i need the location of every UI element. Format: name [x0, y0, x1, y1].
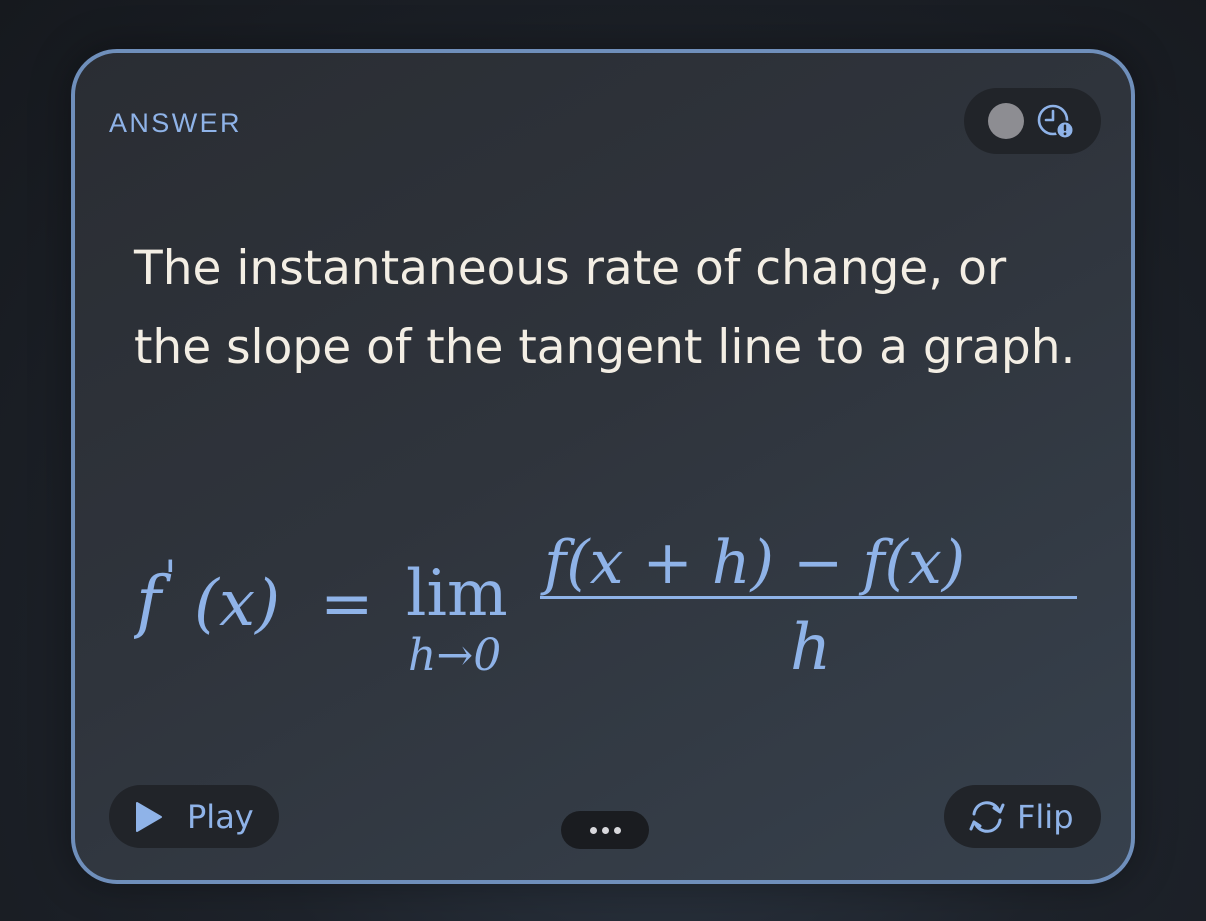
play-label: Play [187, 797, 254, 836]
card-side-label: ANSWER [109, 108, 242, 138]
play-button[interactable]: Play [109, 785, 279, 848]
status-pill[interactable] [964, 88, 1101, 154]
more-options-button[interactable] [561, 811, 649, 849]
formula-numerator: f(x + h) − f(x) [540, 528, 965, 598]
flip-button[interactable]: Flip [944, 785, 1101, 848]
formula-fraction-bar [540, 596, 1077, 599]
status-dot[interactable] [988, 103, 1024, 139]
formula-lhs-prime: ' [164, 550, 177, 604]
play-icon [136, 801, 162, 832]
flip-label: Flip [1017, 797, 1074, 836]
derivative-formula: f ' (x) = lim h→0 f(x + h) − f(x) h [134, 528, 1077, 683]
flashcard[interactable]: ANSWER The instantaneous rate of change,… [71, 49, 1135, 884]
formula-lhs-arg: (x) [194, 567, 280, 641]
refresh-icon [969, 800, 1005, 833]
ellipsis-dot [589, 826, 597, 834]
clock-alert-icon[interactable] [1036, 102, 1076, 142]
formula-denominator: h [790, 611, 831, 683]
formula-equals: = [320, 567, 374, 641]
ellipsis-dot [601, 826, 609, 834]
ellipsis-dot [613, 826, 621, 834]
formula-lim: lim [406, 557, 508, 631]
answer-text: The instantaneous rate of change, or the… [134, 241, 1076, 375]
formula-lim-subscript: h→0 [408, 630, 501, 681]
